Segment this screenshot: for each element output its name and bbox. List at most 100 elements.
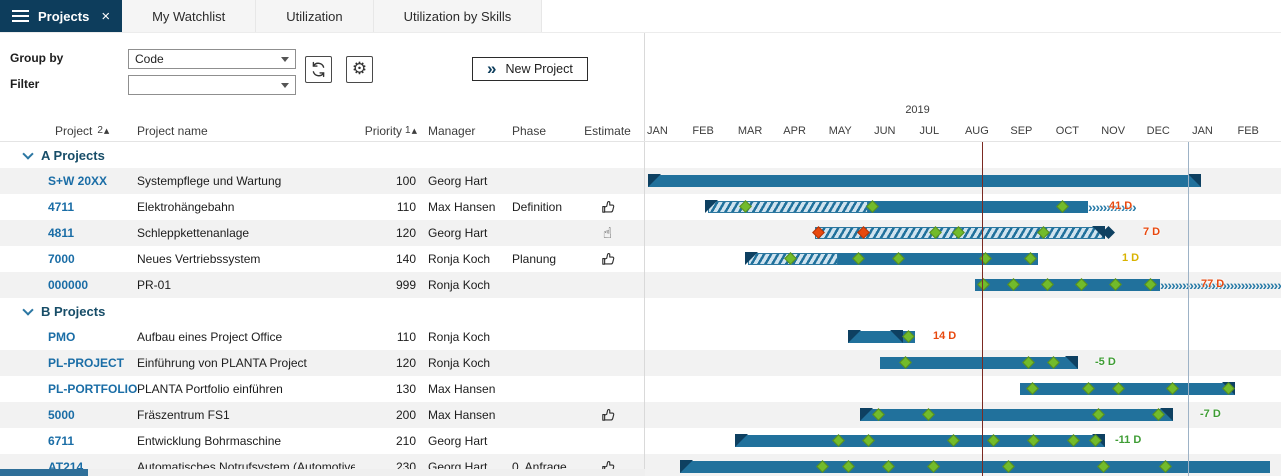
new-project-button[interactable]: » New Project — [472, 57, 588, 81]
sort-badge-project[interactable]: 2▲ — [97, 125, 109, 136]
month-label: SEP — [1008, 120, 1053, 141]
project-name: Neues Vertriebssystem — [132, 252, 355, 266]
month-label: APR — [781, 120, 826, 141]
project-row[interactable]: S+W 20XXSystempflege und Wartung100Georg… — [0, 168, 1281, 194]
gantt-row-cell: -11 D — [645, 428, 1281, 454]
project-code-link[interactable]: 6711 — [44, 434, 132, 448]
project-row[interactable]: PMOAufbau eines Project Office110Ronja K… — [0, 324, 1281, 350]
project-row[interactable]: 4711Elektrohängebahn110Max HansenDefinit… — [0, 194, 1281, 220]
new-project-label: New Project — [505, 62, 572, 76]
gantt-bar[interactable] — [680, 461, 1270, 473]
col-project-name[interactable]: Project name — [132, 124, 355, 138]
gantt-row-cell: 7 D — [645, 220, 1281, 246]
month-label: NOV — [1099, 120, 1144, 141]
chevron-down-icon[interactable] — [22, 304, 33, 315]
menu-icon[interactable] — [12, 10, 29, 22]
priority-value: 110 — [355, 200, 417, 214]
col-phase[interactable]: Phase — [507, 124, 572, 138]
manager-name: Georg Hart — [417, 434, 507, 448]
scrollbar-thumb[interactable] — [0, 469, 88, 476]
project-code-link[interactable]: 5000 — [44, 408, 132, 422]
deviation-label: -11 D — [1115, 434, 1141, 446]
bar-start-marker — [848, 330, 861, 343]
horizontal-scrollbar[interactable] — [0, 469, 645, 476]
gantt-row-cell — [645, 142, 1281, 168]
tab-utilization[interactable]: Utilization — [256, 0, 373, 32]
project-name: Schleppkettenanlage — [132, 226, 355, 240]
col-estimate[interactable]: Estimate — [572, 124, 643, 138]
project-row[interactable]: PL-PROJECTEinführung von PLANTA Project1… — [0, 350, 1281, 376]
gantt-bar[interactable] — [735, 435, 1105, 447]
gantt-bar[interactable] — [868, 201, 1088, 213]
gantt-bar[interactable] — [648, 175, 1201, 187]
gantt-row-cell: ››››››››››››››››››››››››››››››››››››››››… — [645, 194, 1281, 220]
project-name: Aufbau eines Project Office — [132, 330, 355, 344]
project-code-link[interactable]: 4711 — [44, 200, 132, 214]
manager-name: Ronja Koch — [417, 278, 507, 292]
manager-name: Max Hansen — [417, 408, 507, 422]
project-code-link[interactable]: PMO — [44, 330, 132, 344]
sort-badge-priority[interactable]: 1▲ — [405, 125, 417, 136]
gantt-bar[interactable] — [838, 253, 1038, 265]
tab-utilization-by-skills[interactable]: Utilization by Skills — [374, 0, 543, 32]
thumbs-up-icon[interactable] — [600, 251, 616, 267]
gantt-bar[interactable] — [860, 409, 1173, 421]
filter-dropdown[interactable] — [128, 75, 296, 95]
gantt-row-cell: 1 D — [645, 246, 1281, 272]
phase-value: Definition — [507, 200, 572, 214]
pointing-hand-icon[interactable]: ☝ — [603, 226, 612, 241]
project-row[interactable]: 7000Neues Vertriebssystem140Ronja KochPl… — [0, 246, 1281, 272]
project-row[interactable]: PL-PORTFOLIOPLANTA Portfolio einführen13… — [0, 376, 1281, 402]
close-tab-icon[interactable]: × — [101, 9, 110, 24]
project-code-link[interactable]: PL-PROJECT — [44, 356, 132, 370]
project-row[interactable]: 5000Fräszentrum FS1200Max Hansen -7 D — [0, 402, 1281, 428]
month-label: OCT — [1054, 120, 1099, 141]
estimate-cell — [572, 199, 643, 215]
project-code-link[interactable]: 000000 — [44, 278, 132, 292]
gantt-row-cell: ››››››››››››››››››››››››››››››››››››››››… — [645, 272, 1281, 298]
gantt-bar-hatched[interactable] — [708, 201, 868, 213]
thumbs-up-icon[interactable] — [600, 407, 616, 423]
month-label: JUN — [872, 120, 917, 141]
project-name: Entwicklung Bohrmaschine — [132, 434, 355, 448]
today-line — [982, 142, 983, 476]
tab-my-watchlist[interactable]: My Watchlist — [122, 0, 256, 32]
gantt-row-cell — [645, 376, 1281, 402]
manager-name: Ronja Koch — [417, 330, 507, 344]
manager-name: Max Hansen — [417, 200, 507, 214]
group-by-dropdown[interactable]: Code — [128, 49, 296, 69]
tab-projects-active[interactable]: Projects × — [0, 0, 122, 32]
chevron-down-icon[interactable] — [22, 148, 33, 159]
project-code-link[interactable]: 7000 — [44, 252, 132, 266]
project-row[interactable]: 000000PR-01999Ronja Koch››››››››››››››››… — [0, 272, 1281, 298]
project-code-link[interactable]: S+W 20XX — [44, 174, 132, 188]
project-row[interactable]: 6711Entwicklung Bohrmaschine210Georg Har… — [0, 428, 1281, 454]
priority-value: 210 — [355, 434, 417, 448]
sort-asc-icon: ▲ — [104, 127, 109, 135]
gantt-bar[interactable] — [1020, 383, 1235, 395]
sort-order-number: 1 — [405, 125, 411, 136]
priority-value: 100 — [355, 174, 417, 188]
month-label: MAR — [736, 120, 781, 141]
priority-value: 140 — [355, 252, 417, 266]
gantt-bar[interactable] — [975, 279, 1160, 291]
bar-start-marker — [745, 252, 758, 265]
estimate-cell: ☝ — [572, 226, 643, 241]
deviation-label: -5 D — [1095, 356, 1116, 368]
project-row[interactable]: 4811Schleppkettenanlage120Georg Hart☝7 D — [0, 220, 1281, 246]
settings-button[interactable]: ⚙ — [346, 56, 373, 83]
col-manager[interactable]: Manager — [417, 124, 507, 138]
col-priority[interactable]: Priority — [365, 124, 402, 138]
project-code-link[interactable]: 4811 — [44, 226, 132, 240]
header-row: Project 2▲ Project name Priority 1▲ Mana… — [0, 120, 1281, 142]
year-label: 2019 — [645, 104, 1190, 119]
bar-start-marker — [860, 408, 873, 421]
year-boundary-line — [1188, 142, 1189, 476]
manager-name: Georg Hart — [417, 226, 507, 240]
gantt-row-cell — [645, 454, 1281, 476]
refresh-button[interactable] — [305, 56, 332, 83]
manager-name: Ronja Koch — [417, 252, 507, 266]
project-code-link[interactable]: PL-PORTFOLIO — [44, 382, 132, 396]
col-project[interactable]: Project — [55, 124, 92, 138]
thumbs-up-icon[interactable] — [600, 199, 616, 215]
